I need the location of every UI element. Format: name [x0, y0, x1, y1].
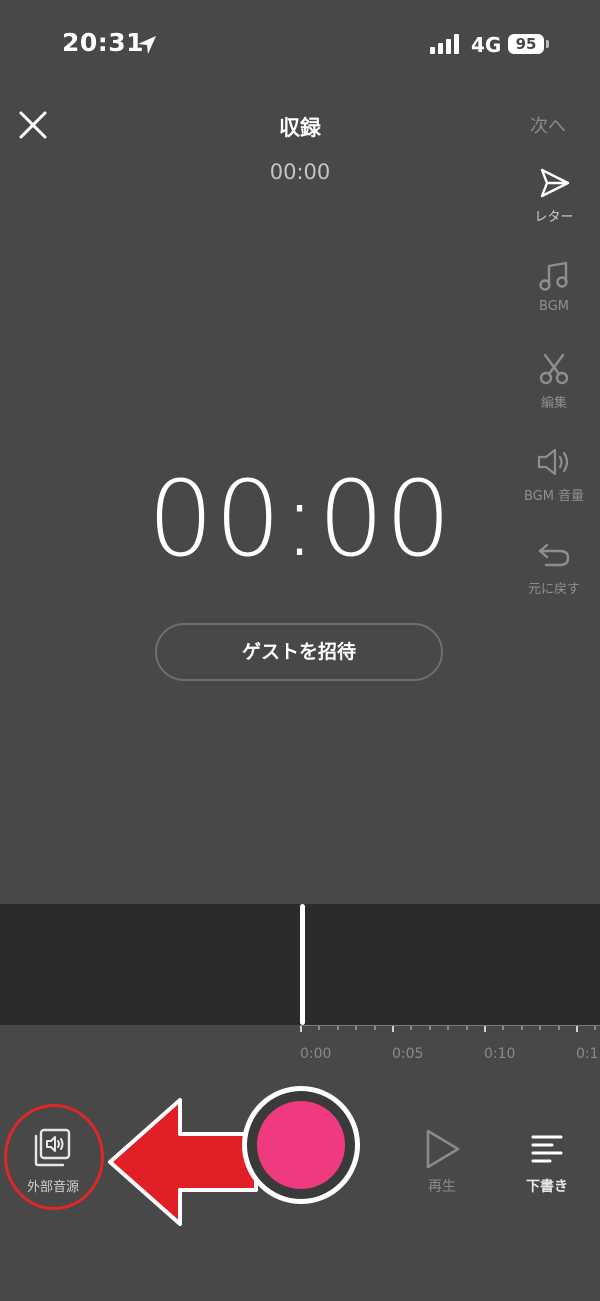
- timeline-tick: [576, 1026, 578, 1032]
- timeline-tick: [392, 1026, 394, 1032]
- signal-icon: [430, 34, 459, 54]
- next-button[interactable]: 次へ: [530, 112, 566, 138]
- tool-undo-label: 元に戻す: [527, 582, 580, 597]
- timeline-tick: [428, 1026, 431, 1030]
- tick-label: 0:05: [392, 1046, 424, 1062]
- play-label: 再生: [428, 1179, 456, 1195]
- external-audio-icon[interactable]: [30, 1127, 74, 1171]
- draft-lines-icon[interactable]: [530, 1134, 564, 1164]
- timeline-tick: [447, 1026, 450, 1030]
- battery-level: 95: [508, 34, 544, 54]
- tick-label: 0:1: [576, 1046, 599, 1062]
- timeline-tick: [502, 1026, 505, 1030]
- scissors-icon: [539, 353, 569, 385]
- timeline-tick: [484, 1026, 486, 1032]
- tick-label: 0:00: [300, 1046, 332, 1062]
- timeline-tick: [300, 1026, 302, 1032]
- tool-edit[interactable]: 編集: [518, 352, 590, 411]
- send-icon: [540, 168, 570, 198]
- timeline-axis: [300, 1025, 600, 1026]
- play-icon[interactable]: [422, 1127, 462, 1171]
- timeline-tick: [373, 1026, 376, 1030]
- timeline-tick: [520, 1026, 523, 1030]
- timeline-tick: [594, 1026, 597, 1030]
- tool-letter[interactable]: レター: [518, 166, 590, 225]
- pointer-arrow-icon: [108, 1098, 258, 1226]
- tool-bgm[interactable]: BGM: [518, 259, 590, 314]
- network-type: 4G: [471, 33, 502, 57]
- elapsed-time: 00:00: [269, 160, 331, 184]
- invite-guest-button[interactable]: ゲストを招待: [155, 623, 443, 681]
- timeline-tick: [318, 1026, 321, 1030]
- status-time: 20:31: [62, 28, 145, 57]
- battery-indicator: 95: [508, 34, 552, 56]
- page-title: 収録: [279, 116, 321, 140]
- tool-edit-label: 編集: [540, 396, 567, 411]
- tick-label: 0:10: [484, 1046, 516, 1062]
- record-button-core[interactable]: [257, 1101, 345, 1189]
- timeline-tick: [539, 1026, 542, 1030]
- timeline-tick: [557, 1026, 560, 1030]
- playhead[interactable]: [300, 904, 305, 1025]
- location-arrow-icon: [138, 36, 156, 54]
- recording-timer: 00:00: [147, 458, 453, 580]
- timeline-tick: [410, 1026, 413, 1030]
- timeline-tick: [465, 1026, 468, 1030]
- timeline-tick: [336, 1026, 339, 1030]
- draft-label: 下書き: [526, 1179, 568, 1195]
- timeline-tick: [355, 1026, 358, 1030]
- tool-bgm-label: BGM: [539, 299, 569, 314]
- external-audio-label: 外部音源: [26, 1180, 79, 1195]
- tool-letter-label: レター: [534, 210, 574, 225]
- battery-tip: [546, 40, 549, 48]
- music-note-icon: [539, 261, 568, 291]
